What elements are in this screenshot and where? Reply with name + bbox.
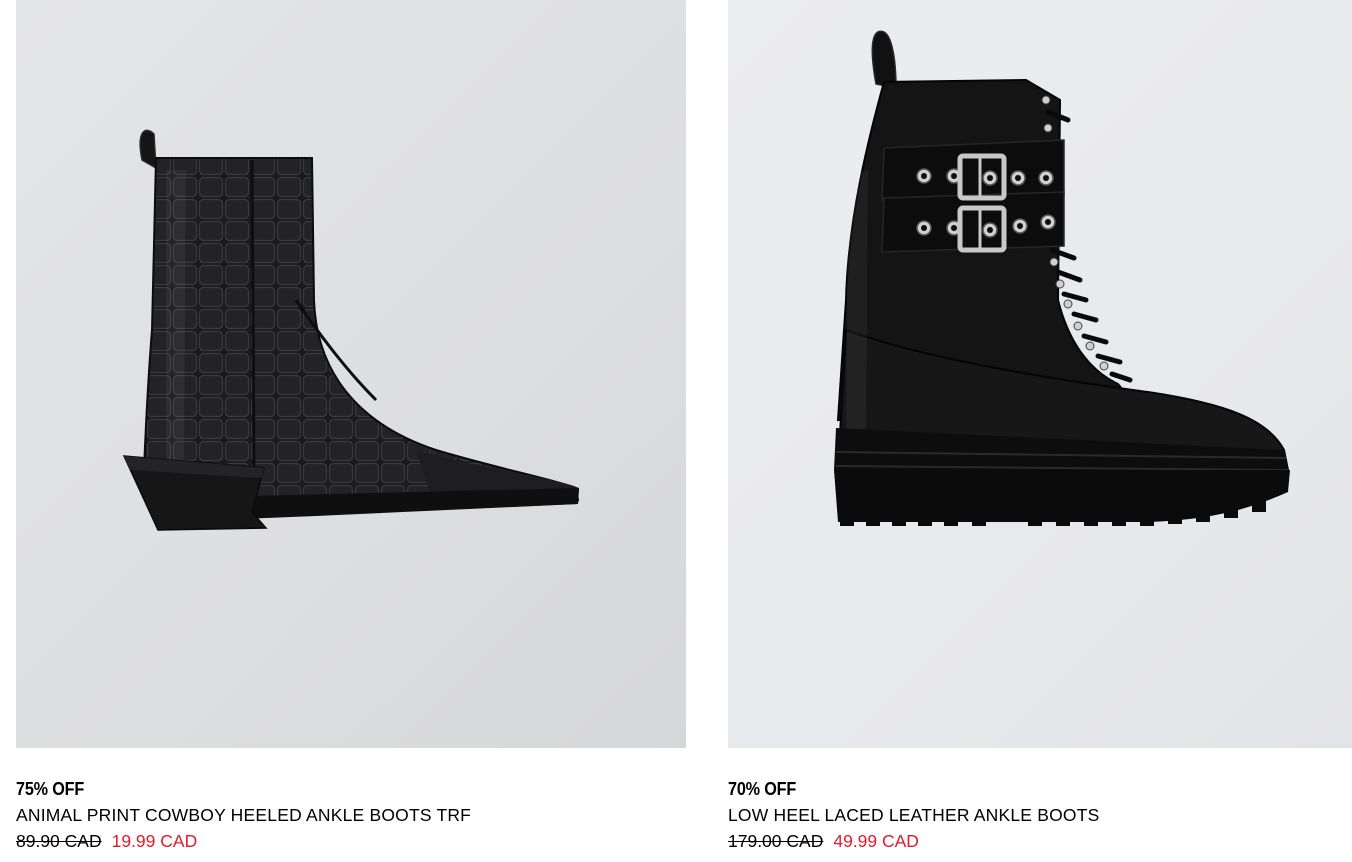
sale-price: 49.99 CAD	[833, 831, 919, 851]
product-card[interactable]: 75% OFF ANIMAL PRINT COWBOY HEELED ANKLE…	[16, 0, 686, 853]
product-name[interactable]: ANIMAL PRINT COWBOY HEELED ANKLE BOOTS T…	[16, 803, 686, 827]
combat-boot-image	[834, 30, 1290, 526]
sale-price: 19.99 CAD	[111, 831, 198, 851]
product-grid: 75% OFF ANIMAL PRINT COWBOY HEELED ANKLE…	[0, 0, 1352, 862]
discount-badge: 75% OFF	[16, 779, 85, 799]
cowboy-boot-image	[122, 129, 580, 531]
price-row: 179.00 CAD 49.99 CAD	[728, 829, 1352, 853]
original-price: 179.00 CAD	[728, 831, 824, 851]
product-info: 70% OFF LOW HEEL LACED LEATHER ANKLE BOO…	[728, 748, 1352, 853]
product-card[interactable]: 70% OFF LOW HEEL LACED LEATHER ANKLE BOO…	[728, 0, 1352, 853]
product-image[interactable]	[728, 0, 1352, 748]
original-price: 89.90 CAD	[16, 831, 102, 851]
discount-badge: 70% OFF	[728, 779, 797, 799]
product-info: 75% OFF ANIMAL PRINT COWBOY HEELED ANKLE…	[16, 748, 686, 853]
product-image[interactable]	[16, 0, 686, 748]
price-row: 89.90 CAD 19.99 CAD	[16, 829, 686, 853]
product-name[interactable]: LOW HEEL LACED LEATHER ANKLE BOOTS	[728, 803, 1352, 827]
